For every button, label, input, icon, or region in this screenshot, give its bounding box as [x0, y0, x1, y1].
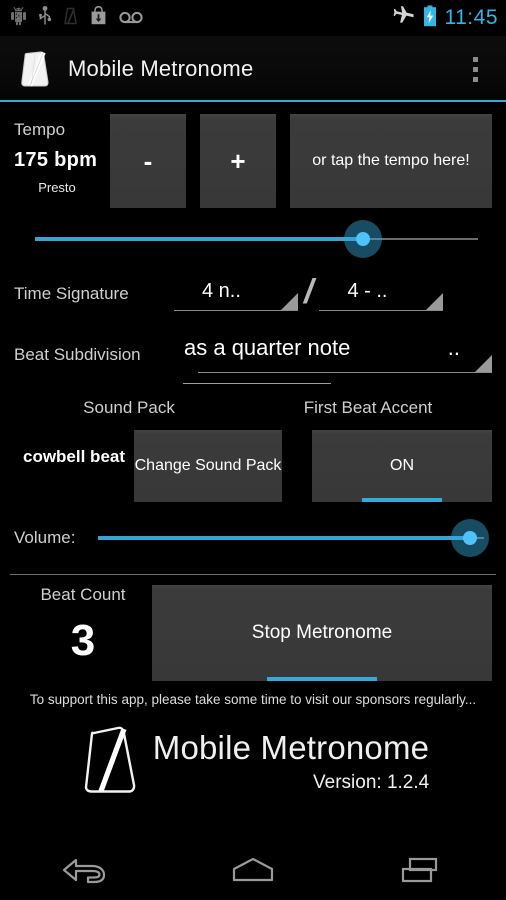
time-signature-separator: /: [304, 273, 314, 311]
tempo-slider-thumb[interactable]: [343, 220, 382, 258]
beat-subdivision-secondary-divider: [183, 383, 331, 384]
tap-tempo-button[interactable]: or tap the tempo here!: [290, 114, 492, 208]
metronome-running-icon: [63, 6, 79, 31]
beat-subdivision-value: as a quarter note: [184, 335, 351, 360]
sound-pack-section: cowbell beat Change Sound Pack ON: [0, 430, 506, 502]
back-icon[interactable]: [42, 847, 126, 893]
stop-metronome-label: Stop Metronome: [251, 622, 393, 643]
tempo-increase-button[interactable]: +: [200, 114, 276, 208]
tempo-section: Tempo 175 bpm Presto - + or tap the temp…: [0, 102, 506, 208]
tempo-decrease-button[interactable]: -: [110, 114, 186, 208]
beat-subdivision-label: Beat Subdivision: [14, 345, 141, 364]
spinner-underline: [198, 372, 492, 373]
chevron-down-icon: [475, 355, 492, 372]
home-icon[interactable]: [211, 847, 295, 893]
battery-charging-icon: [422, 5, 438, 32]
app-version: Version: 1.2.4: [313, 771, 430, 793]
overflow-menu-icon[interactable]: [458, 47, 492, 91]
stop-metronome-button[interactable]: Stop Metronome: [152, 585, 492, 681]
page-title: Mobile Metronome: [68, 56, 254, 81]
beat-count-section: Beat Count 3 Stop Metronome: [0, 585, 506, 681]
time-signature-label: Time Signature: [14, 284, 129, 303]
status-bar: 11:45: [0, 0, 506, 36]
overflow-dot: [472, 76, 478, 82]
download-bag-icon: [90, 5, 107, 31]
tempo-marking: Presto: [38, 180, 76, 195]
sponsor-note: To support this app, please take some ti…: [29, 692, 477, 707]
sound-pack-headers: Sound Pack First Beat Accent: [0, 398, 506, 418]
time-signature-section: Time Signature 4 n.. / 4 - ..: [0, 273, 506, 311]
android-debug-icon: [10, 6, 27, 31]
beat-subdivision-ellipsis: ..: [447, 335, 460, 360]
navigation-bar: [0, 840, 506, 900]
time-signature-denominator-spinner[interactable]: 4 - ..: [319, 278, 444, 311]
beat-subdivision-section: Beat Subdivision as a quarter note ..: [0, 333, 506, 373]
volume-slider-thumb[interactable]: [451, 519, 489, 557]
overflow-dot: [472, 56, 478, 62]
sound-pack-label: Sound Pack: [83, 398, 175, 417]
tempo-readout: Tempo 175 bpm Presto: [14, 114, 110, 195]
first-beat-accent-label: First Beat Accent: [303, 398, 433, 417]
time-signature-denominator-value: 4 - ..: [347, 279, 388, 302]
sound-pack-value: cowbell beat: [22, 447, 126, 466]
action-bar: Mobile Metronome: [0, 36, 506, 102]
metronome-icon: [16, 49, 52, 89]
tempo-value: 175 bpm: [14, 149, 98, 171]
brand-name: Mobile Metronome: [152, 728, 430, 766]
brand-text: Mobile Metronome Version: 1.2.4: [153, 731, 429, 794]
voicemail-icon: [118, 6, 144, 31]
airplane-mode-icon: [393, 5, 415, 31]
first-beat-accent-toggle[interactable]: ON: [312, 430, 492, 502]
tempo-slider[interactable]: [14, 217, 492, 261]
recents-icon[interactable]: [380, 847, 464, 893]
overflow-dot: [472, 66, 478, 72]
spinner-underline: [174, 309, 298, 311]
status-bar-right: 11:45: [393, 5, 499, 32]
chevron-down-icon: [426, 292, 444, 310]
beat-subdivision-spinner[interactable]: as a quarter note ..: [174, 333, 492, 373]
first-beat-accent-state: ON: [390, 457, 414, 474]
volume-slider-fill: [98, 536, 470, 540]
volume-label: Volume:: [14, 528, 76, 547]
spinner-underline: [319, 309, 444, 311]
volume-slider[interactable]: [98, 516, 489, 560]
beat-count-value: 3: [70, 616, 96, 665]
change-sound-pack-button[interactable]: Change Sound Pack: [134, 430, 282, 502]
time-signature-numerator-value: 4 n..: [202, 279, 241, 302]
usb-icon: [38, 5, 52, 31]
beat-count-label: Beat Count: [40, 585, 126, 604]
footer-branding: Mobile Metronome Version: 1.2.4: [0, 709, 506, 801]
main-content: Tempo 175 bpm Presto - + or tap the temp…: [0, 102, 506, 801]
tempo-slider-fill: [35, 237, 363, 241]
chevron-down-icon: [281, 292, 298, 310]
clock: 11:45: [444, 6, 498, 29]
toggle-accent-line: [362, 498, 442, 502]
time-signature-numerator-spinner[interactable]: 4 n..: [174, 278, 298, 311]
button-accent-line: [267, 677, 377, 681]
status-bar-left-icons: [10, 5, 144, 31]
tempo-label: Tempo: [14, 120, 66, 139]
metronome-logo-icon: [77, 723, 139, 801]
volume-section: Volume:: [0, 516, 506, 560]
section-divider: [10, 574, 496, 575]
